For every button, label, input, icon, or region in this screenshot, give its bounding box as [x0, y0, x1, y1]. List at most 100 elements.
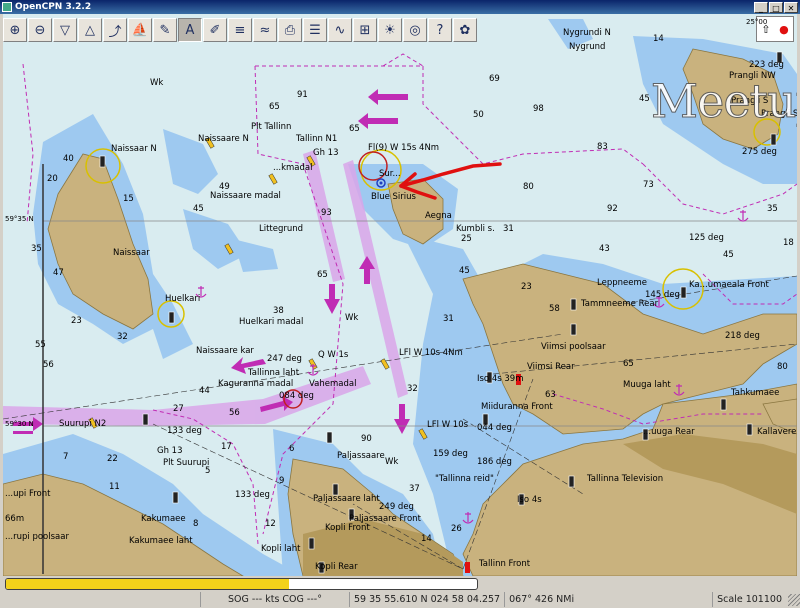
zoom-out-icon: ⊖ — [34, 22, 46, 38]
depth-sounding: 26 — [451, 524, 462, 534]
print-icon: ⎙ — [284, 22, 296, 38]
label-kallavere: Kallavere — [757, 427, 797, 437]
day-night-button[interactable]: ☀ — [378, 18, 402, 42]
label-muuga-laht: Muuga laht — [623, 380, 671, 390]
about-icon: ✿ — [459, 22, 471, 38]
auto-follow-button[interactable]: ⛵ — [128, 18, 152, 42]
latitude-label-5930: 59°30 N — [5, 420, 34, 428]
track-icon: ∿ — [334, 22, 346, 38]
minimize-button[interactable]: _ — [754, 1, 768, 13]
current-icon: ≈ — [259, 22, 271, 38]
label-159-deg: 159 deg — [433, 449, 468, 459]
help-button[interactable]: ? — [428, 18, 452, 42]
route-manager-button[interactable]: ✐ — [203, 18, 227, 42]
label-tammneeme-rear: Tammneeme Rear — [581, 299, 659, 309]
depth-sounding: 65 — [269, 102, 280, 112]
label-kopli-rear: Kopli Rear — [315, 562, 358, 572]
label-kaguranna-madal: Kaguranna madal — [218, 379, 294, 389]
label-viimsi-poolsaar: Viimsi poolsaar — [541, 342, 606, 352]
label-suurupi-n2: Suurupi N2 — [59, 419, 107, 429]
print-button[interactable]: ⎙ — [278, 18, 302, 42]
label-plt-suurupi: Plt Suurupi — [163, 458, 210, 468]
route-button[interactable]: ⤴ — [103, 18, 127, 42]
label-iso-4s-39m: Iso 4s 39m — [477, 374, 524, 384]
label-naissaare-madal: Naissaare madal — [210, 191, 281, 201]
label-tallinna-laht: Tallinna laht — [248, 368, 300, 378]
label-miiduranna-front: Miiduranna Front — [481, 402, 553, 412]
depth-sounding: 93 — [321, 208, 332, 218]
lifebuoy-icon: ◎ — [409, 22, 421, 38]
depth-sounding: 80 — [777, 362, 788, 372]
chart-quilt-button[interactable]: ≡ — [228, 18, 252, 42]
boat-icon: ⛵ — [131, 22, 149, 38]
scale-in-button[interactable]: ▽ — [53, 18, 77, 42]
depth-sounding: 56 — [43, 360, 54, 370]
maximize-button[interactable]: □ — [769, 1, 783, 13]
label-iso-4s: Iso 4s — [517, 495, 542, 505]
chart-layers-icon: ≡ — [234, 22, 246, 38]
depth-sounding: 43 — [599, 244, 610, 254]
label-littegrund: Littegrund — [259, 224, 304, 234]
depth-sounding: 35 — [31, 244, 42, 254]
depth-sounding: 5 — [205, 466, 211, 476]
label-kakumaeala-front: Ka...umaeala Front — [689, 280, 769, 290]
label-gh13-top: Gh 13 — [313, 148, 339, 158]
depth-sounding: 18 — [783, 238, 794, 248]
depth-sounding: 98 — [533, 104, 544, 114]
track-button[interactable]: ∿ — [328, 18, 352, 42]
settings-button[interactable]: ✎ — [153, 18, 177, 42]
depth-sounding: 31 — [503, 224, 514, 234]
label-light-fl9: Fl(9) W 15s 4Nm — [368, 143, 440, 153]
gps-status-icon: ● — [779, 22, 789, 36]
depth-sounding: 38 — [273, 306, 284, 316]
label-kakumaee: Kakumaee — [141, 514, 186, 524]
status-sog-cog: SOG --- kts COG ---° — [200, 592, 349, 607]
label-muuga-rear: ...uuga Rear — [643, 427, 695, 437]
depth-sounding: 56 — [229, 408, 240, 418]
depth-sounding: 27 — [173, 404, 184, 414]
compass-heading: 25°00 — [746, 18, 768, 26]
resize-grip[interactable] — [788, 593, 800, 606]
depth-sounding: 15 — [123, 194, 134, 204]
chart-bar[interactable] — [3, 577, 797, 591]
label-218-deg: 218 deg — [725, 331, 760, 341]
current-button[interactable]: ≈ — [253, 18, 277, 42]
depth-sounding: 47 — [53, 268, 64, 278]
status-bearing-range: 067° 426 NMi — [504, 592, 578, 607]
mark-button[interactable]: ⊞ — [353, 18, 377, 42]
label-nygrundi-n: Nygrundi N — [563, 28, 611, 38]
label-huelkari: Huelkari — [165, 294, 201, 304]
depth-sounding: 45 — [723, 250, 734, 260]
zoom-in-button[interactable]: ⊕ — [3, 18, 27, 42]
close-button[interactable]: ✕ — [784, 1, 798, 13]
chart-canvas[interactable]: Naissaar N Naissaare N Plt Tallinn Talli… — [3, 14, 797, 576]
chart-quilt-progress[interactable] — [5, 578, 478, 590]
depth-sounding: 9 — [279, 476, 285, 486]
label-145-deg: 145 deg — [645, 290, 680, 300]
text-button[interactable]: A — [178, 18, 202, 42]
mob-button[interactable]: ◎ — [403, 18, 427, 42]
label-lfl-w10s-4nm: LFl W 10s 4Nm — [399, 348, 463, 358]
zoom-out-button[interactable]: ⊖ — [28, 18, 52, 42]
depth-sounding: 31 — [443, 314, 454, 324]
depth-sounding: 83 — [597, 142, 608, 152]
pencil-icon: ✐ — [209, 22, 221, 38]
label-lfl-w10s: LFl W 10s — [427, 420, 469, 430]
label-naissaare-kar: Naissaare kar — [196, 346, 254, 356]
depth-sounding: 40 — [63, 154, 74, 164]
depth-sounding: 65 — [317, 270, 328, 280]
depth-sounding: 7 — [63, 452, 69, 462]
route-manager-list-button[interactable]: ☰ — [303, 18, 327, 42]
depth-sounding: 49 — [219, 182, 230, 192]
depth-sounding: 11 — [109, 482, 120, 492]
depth-sounding: 92 — [607, 204, 618, 214]
window-controls: _ □ ✕ — [754, 1, 798, 13]
depth-sounding: 32 — [117, 332, 128, 342]
depth-sounding: 91 — [297, 90, 308, 100]
about-button[interactable]: ✿ — [453, 18, 477, 42]
label-tallinn-front: Tallinn Front — [479, 559, 531, 569]
label-tallinna-television: Tallinna Television — [587, 474, 664, 484]
label-huelkari-madal: Huelkari madal — [239, 317, 304, 327]
scale-out-button[interactable]: △ — [78, 18, 102, 42]
help-icon: ? — [436, 22, 444, 38]
